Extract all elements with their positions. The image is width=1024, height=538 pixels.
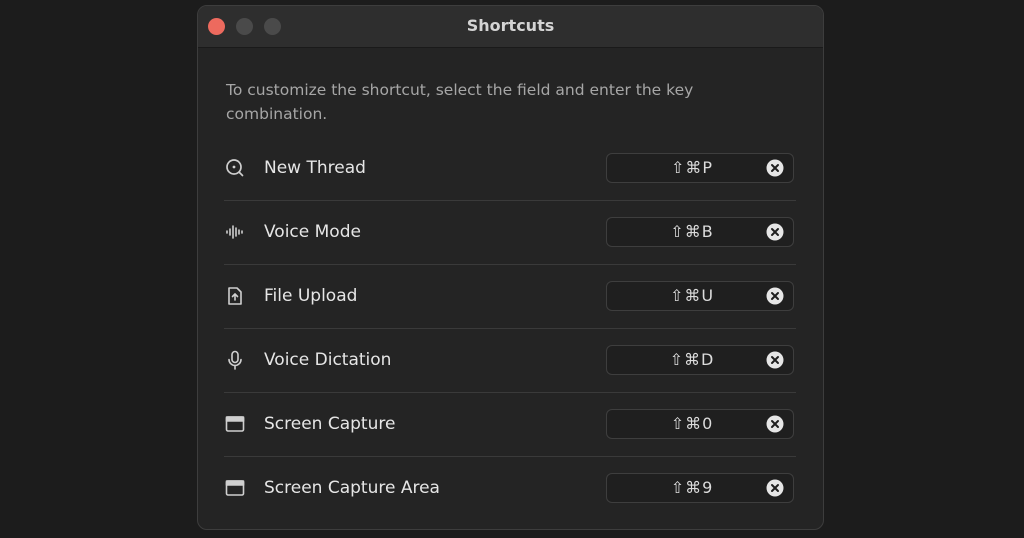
shortcut-field-file-upload[interactable]: ⇧⌘U [606, 281, 794, 311]
shortcuts-window: Shortcuts To customize the shortcut, sel… [197, 5, 824, 530]
file-upload-icon [224, 285, 246, 307]
shortcut-label: Voice Dictation [264, 350, 392, 370]
instructions-text: To customize the shortcut, select the fi… [226, 81, 694, 123]
shortcut-field-voice-mode[interactable]: ⇧⌘B [606, 217, 794, 247]
microphone-icon [224, 349, 246, 371]
clear-shortcut-icon[interactable] [766, 287, 784, 305]
shortcut-keys: ⇧⌘U [669, 286, 715, 305]
clear-shortcut-icon[interactable] [766, 223, 784, 241]
shortcut-row-file-upload: File Upload ⇧⌘U [224, 265, 796, 328]
shortcut-keys: ⇧⌘B [670, 222, 714, 241]
shortcut-row-new-thread: New Thread ⇧⌘P [224, 137, 796, 200]
shortcut-keys: ⇧⌘9 [670, 478, 714, 497]
clear-shortcut-icon[interactable] [766, 479, 784, 497]
shortcut-row-voice-dictation: Voice Dictation ⇧⌘D [224, 329, 796, 392]
new-thread-icon [224, 157, 246, 179]
title-bar: Shortcuts [198, 6, 823, 48]
window-title: Shortcuts [466, 16, 555, 35]
shortcut-field-screen-capture[interactable]: ⇧⌘0 [606, 409, 794, 439]
shortcut-keys: ⇧⌘P [670, 158, 714, 177]
shortcut-field-new-thread[interactable]: ⇧⌘P [606, 153, 794, 183]
clear-shortcut-icon[interactable] [766, 351, 784, 369]
shortcut-row-voice-mode: Voice Mode ⇧⌘B [224, 201, 796, 264]
shortcut-label: Screen Capture Area [264, 478, 440, 498]
shortcut-label: File Upload [264, 286, 358, 306]
shortcut-keys: ⇧⌘0 [670, 414, 714, 433]
shortcut-row-screen-capture: Screen Capture ⇧⌘0 [224, 393, 796, 456]
shortcut-label: New Thread [264, 158, 366, 178]
shortcut-label: Screen Capture [264, 414, 396, 434]
shortcut-label: Voice Mode [264, 222, 361, 242]
waveform-icon [224, 221, 246, 243]
shortcut-row-screen-capture-area: Screen Capture Area ⇧⌘9 [224, 457, 796, 520]
window-icon [224, 413, 246, 435]
clear-shortcut-icon[interactable] [766, 415, 784, 433]
window-icon [224, 477, 246, 499]
clear-shortcut-icon[interactable] [766, 159, 784, 177]
shortcut-field-screen-capture-area[interactable]: ⇧⌘9 [606, 473, 794, 503]
shortcut-keys: ⇧⌘D [669, 350, 715, 369]
shortcut-field-voice-dictation[interactable]: ⇧⌘D [606, 345, 794, 375]
